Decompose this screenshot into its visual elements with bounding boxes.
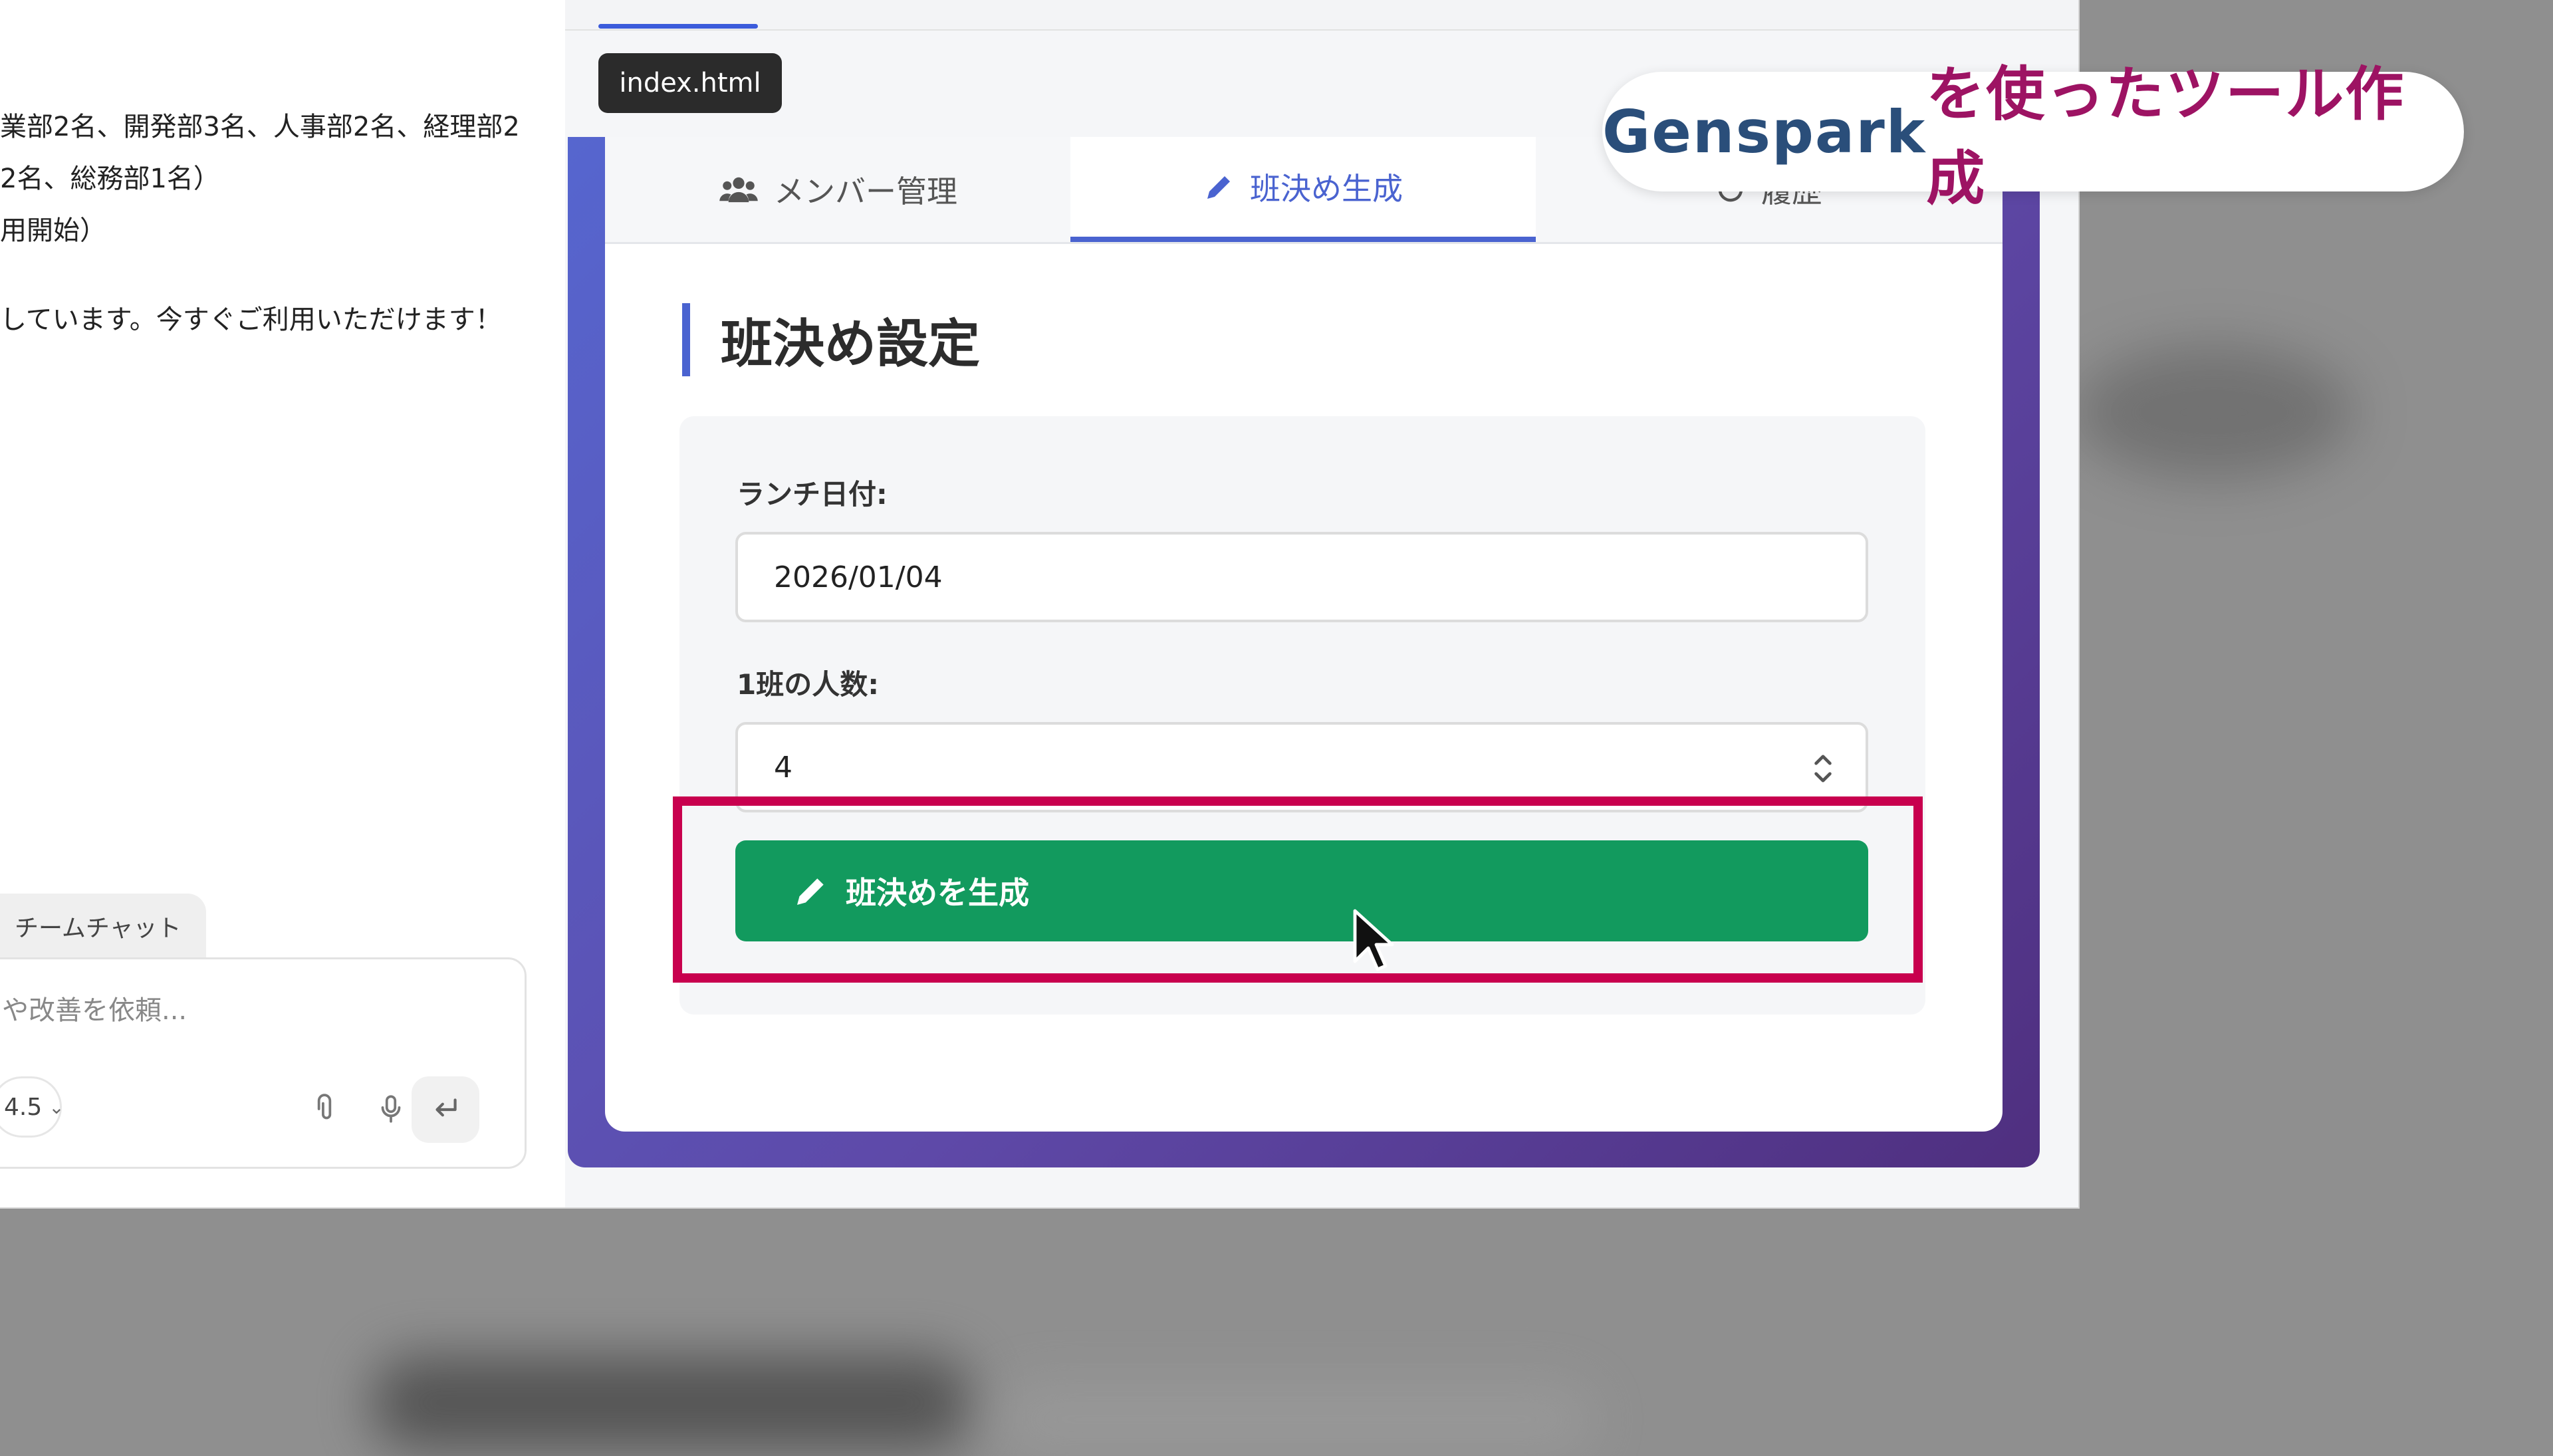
background-blur xyxy=(2074,346,2354,479)
date-input[interactable]: 2026/01/04 xyxy=(735,532,1868,622)
chat-message-line: しています。今すぐご利用いただけます！ xyxy=(0,304,502,335)
chat-message-line: 用開始） xyxy=(0,215,106,246)
background-blur xyxy=(997,1383,1596,1456)
caption-brand: Genspark xyxy=(1602,97,1927,166)
group-size-label: 1班の人数: xyxy=(737,668,880,701)
chat-input[interactable]: や改善を依頼... 4.5 ⌄ xyxy=(0,957,527,1169)
users-icon xyxy=(719,177,758,203)
chat-message-line: 業部2名、開発部3名、人事部2名、経理部2 xyxy=(0,112,520,142)
active-tab-indicator xyxy=(598,24,758,29)
caption-text: を使ったツール作成 xyxy=(1926,60,2405,213)
chat-message-line: 2名、総務部1名） xyxy=(0,164,220,194)
background-blur xyxy=(372,1356,971,1449)
enter-icon xyxy=(435,1098,457,1117)
mouse-cursor-icon xyxy=(1353,909,1394,971)
file-name-badge: index.html xyxy=(598,53,782,113)
model-label: 4.5 xyxy=(4,1093,43,1121)
send-button[interactable] xyxy=(412,1076,479,1143)
chevron-down-icon: ⌄ xyxy=(49,1096,64,1118)
caption-overlay: Genspark を使ったツール作成 xyxy=(1602,60,2464,213)
pencil-icon xyxy=(1207,176,1230,199)
chat-pane: 業部2名、開発部3名、人事部2名、経理部2 2名、総務部1名） 用開始） してい… xyxy=(0,0,565,1207)
microphone-icon[interactable] xyxy=(374,1092,408,1126)
tab-label: 班決め生成 xyxy=(1250,171,1403,207)
tab-group-generation[interactable]: 班決め生成 xyxy=(1070,137,1536,242)
model-select[interactable]: 4.5 ⌄ xyxy=(0,1076,64,1138)
stepper-icon[interactable] xyxy=(1812,751,1834,786)
team-chat-tab[interactable]: チームチャット xyxy=(0,894,206,959)
date-label: ランチ日付: xyxy=(737,478,888,511)
group-size-value: 4 xyxy=(774,750,792,785)
tab-member-management[interactable]: メンバー管理 xyxy=(605,137,1070,242)
highlight-annotation xyxy=(673,796,1923,983)
preview-toolbar xyxy=(565,0,2078,31)
paperclip-icon[interactable] xyxy=(308,1092,341,1126)
section-title: 班決め設定 xyxy=(682,303,980,376)
tab-label: メンバー管理 xyxy=(774,174,957,209)
chat-input-placeholder: や改善を依頼... xyxy=(2,995,187,1026)
